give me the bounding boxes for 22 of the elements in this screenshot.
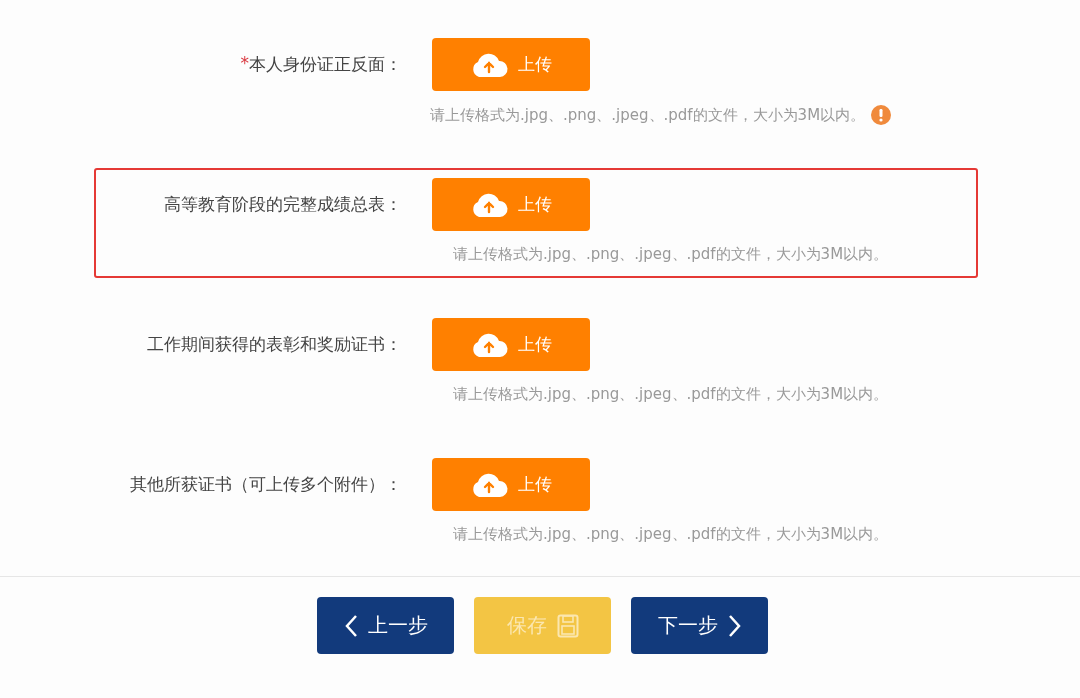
upload-button[interactable]: 上传: [432, 458, 590, 511]
cloud-upload-icon: [470, 331, 508, 358]
chevron-right-icon: [727, 613, 742, 638]
field-label: 高等教育阶段的完整成绩总表：: [164, 193, 402, 216]
file-hint: 请上传格式为.jpg、.png、.jpeg、.pdf的文件，大小为3M以内。: [453, 525, 889, 544]
next-button[interactable]: 下一步: [631, 597, 768, 654]
cloud-upload-icon: [470, 471, 508, 498]
field-label: 本人身份证正反面：: [249, 53, 402, 76]
upload-button[interactable]: 上传: [432, 38, 590, 91]
field-label: 其他所获证书（可上传多个附件）：: [130, 473, 402, 496]
chevron-left-icon: [343, 613, 358, 638]
file-hint: 请上传格式为.jpg、.png、.jpeg、.pdf的文件，大小为3M以内。: [453, 385, 889, 404]
file-hint: 请上传格式为.jpg、.png、.jpeg、.pdf的文件，大小为3M以内。: [453, 245, 889, 264]
previous-button[interactable]: 上一步: [317, 597, 454, 654]
required-asterisk: *: [240, 53, 249, 75]
cloud-upload-icon: [470, 51, 508, 78]
file-hint: 请上传格式为.jpg、.png、.jpeg、.pdf的文件，大小为3M以内。: [430, 105, 866, 125]
field-label: 工作期间获得的表彰和奖励证书：: [147, 333, 402, 356]
cloud-upload-icon: [470, 191, 508, 218]
save-button[interactable]: 保存: [474, 597, 611, 654]
upload-button[interactable]: 上传: [432, 318, 590, 371]
upload-button[interactable]: 上传: [432, 178, 590, 231]
